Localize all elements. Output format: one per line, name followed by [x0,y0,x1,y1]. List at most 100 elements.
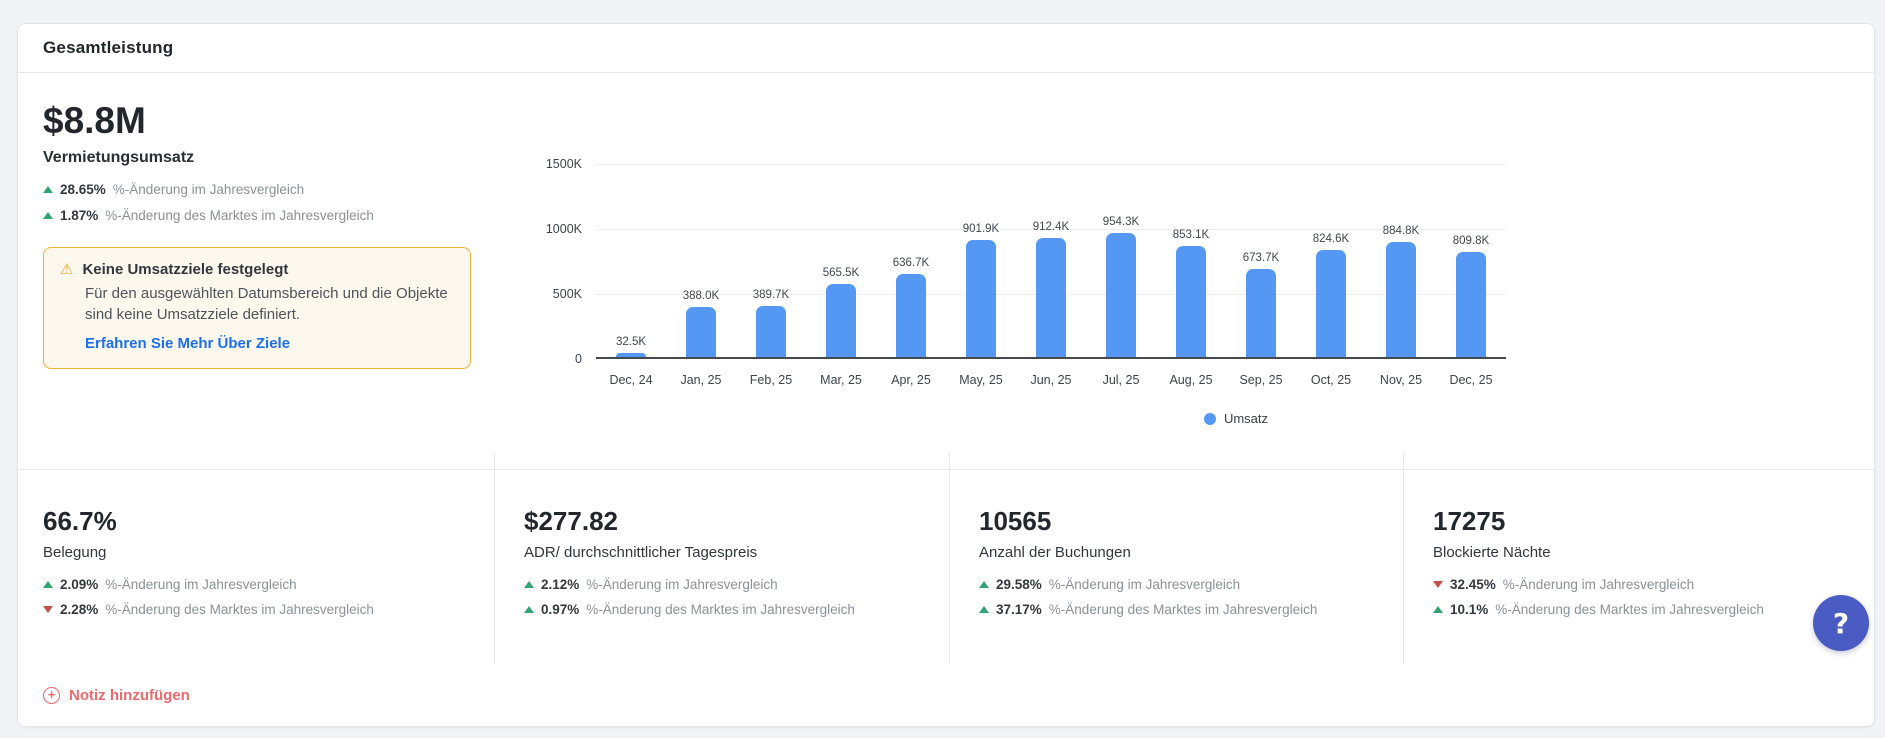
change-row: 10.1% %-Änderung des Marktes im Jahresver… [1433,602,1864,617]
change-row: 29.58% %-Änderung im Jahresvergleich [979,577,1393,592]
card-footer: + Notiz hinzufügen [18,670,1874,704]
bar-value-label: 824.6K [1312,232,1350,245]
change-value: 0.97% [541,602,580,617]
bar-group: 824.6K [1296,233,1366,357]
chart-legend: Umsatz [781,411,1691,426]
kpi-card: $277.82 ADR/ durchschnittlicher Tagesprei… [494,452,949,670]
bar-value-label: 853.1K [1172,229,1210,242]
bar-group: 884.8K [1366,225,1436,357]
question-mark-icon: ? [1832,606,1850,640]
add-plus-icon: + [43,686,60,704]
change-row: 2.09% %-Änderung im Jahresvergleich [43,577,484,592]
gridline [596,164,1506,165]
kpi-value: $277.82 [524,506,618,536]
bar-group: 389.7K [736,289,806,357]
y-axis-tick-label: 500K [552,287,582,301]
bar-value-label: 901.9K [962,222,1000,235]
kpi-changes: 32.45% %-Änderung im Jahresvergleich 10.1%… [1433,577,1864,617]
performance-card: Gesamtleistung $8.8M Vermietungsumsatz 2… [17,23,1875,727]
chart-bar [1176,246,1206,357]
change-label: %-Änderung des Marktes im Jahresvergleic… [586,602,855,617]
kpi-label: Belegung [43,544,107,561]
y-axis-tick-label: 1000K [545,222,582,236]
change-row: 32.45% %-Änderung im Jahresvergleich [1433,577,1864,592]
change-row: 0.97% %-Änderung des Marktes im Jahresver… [524,602,939,617]
kpi-card: 17275 Blockierte Nächte 32.45% %-Änderung i… [1403,452,1874,670]
change-value: 1.87% [60,207,99,223]
bar-group: 388.0K [666,290,736,357]
x-axis-category-label: Sep, 25 [1239,373,1283,387]
x-axis-category-label: Jan, 25 [680,373,722,387]
chart-bar [896,274,926,357]
goal-notice-box: ⚠ Keine Umsatzziele festgelegt Für den a… [43,246,471,370]
legend-label: Umsatz [1223,411,1269,426]
kpi-changes: 2.12% %-Änderung im Jahresvergleich 0.97%%… [524,577,939,617]
goal-notice-header: ⚠ Keine Umsatzziele festgelegt [60,261,454,278]
bar-group: 912.4K [1016,221,1086,357]
change-value: 29.58% [996,577,1042,592]
change-label: %-Änderung im Jahresvergleich [112,181,305,197]
change-value: 2.09% [60,577,99,592]
x-axis-category-label: Oct, 25 [1310,373,1352,387]
bar-group: 32.5K [596,336,666,357]
trend-down-icon [1433,581,1443,588]
bar-group: 954.3K [1086,216,1156,357]
help-button[interactable]: ? [1813,595,1869,651]
kpi-changes: 29.58% %-Änderung im Jahresvergleich 37.17… [979,577,1393,617]
legend-item-umsatz[interactable]: Umsatz [1203,411,1269,426]
revenue-section: $8.8M Vermietungsumsatz 28.65% %-Änderung… [18,73,1874,470]
bar-value-label: 636.7K [892,257,930,270]
bar-group: 636.7K [876,257,946,357]
chart-bars: 32.5K 388.0K 389.7K 565.5K 636.7K 901.9K 912.4… [596,216,1506,357]
change-value: 28.65% [60,181,106,197]
y-axis-tick-label: 1500K [545,157,582,171]
change-row: 2.12% %-Änderung im Jahresvergleich [524,577,939,592]
bar-group: 565.5K [806,267,876,357]
change-value: 37.17% [996,602,1042,617]
x-axis-category-label: Aug, 25 [1169,373,1213,387]
change-row: 1.87% %-Änderung des Marktes im Jahresver… [43,208,503,223]
bar-group: 853.1K [1156,229,1226,357]
change-row: 37.17% %-Änderung des Marktes im Jahresve… [979,602,1393,617]
kpi-value: 10565 [979,506,1052,536]
chart-bar [1036,238,1066,357]
kpi-value: 66.7% [43,506,117,536]
bar-value-label: 884.8K [1382,225,1420,237]
learn-more-goals-link[interactable]: Erfahren Sie Mehr Über Ziele [85,335,290,352]
trend-up-icon [979,606,989,613]
revenue-changes: 28.65% %-Änderung im Jahresvergleich 1.87%… [43,182,503,223]
warning-icon: ⚠ [60,260,74,278]
trend-up-icon [43,185,53,193]
chart-bar [1246,269,1276,357]
page-title: Gesamtleistung [43,38,174,57]
card-header: Gesamtleistung [18,24,1874,73]
goal-notice-body: Für den ausgewählten Datumsbereich und d… [85,284,448,324]
kpi-value: 17275 [1433,506,1506,536]
chart-bar [1316,249,1346,357]
trend-up-icon [524,606,534,613]
kpi-row: 66.7% Belegung 2.09% %-Änderung im Jahresve… [18,452,1874,670]
change-label: %-Änderung im Jahresvergleich [1502,577,1695,592]
bar-value-label: 32.5K [615,335,647,348]
kpi-label: ADR/ durchschnittlicher Tagespreis [524,544,758,561]
trend-up-icon [1433,606,1443,613]
trend-down-icon [43,606,53,613]
change-value: 32.45% [1450,577,1496,592]
change-label: %-Änderung im Jahresvergleich [105,577,297,592]
bar-value-label: 954.3K [1102,215,1140,228]
x-axis-category-label: Nov, 25 [1379,373,1423,387]
change-value: 2.28% [60,602,99,617]
change-row: 28.65% %-Änderung im Jahresvergleich [43,182,503,197]
chart-bar [756,306,786,357]
x-axis-line [596,357,1506,359]
add-note-button[interactable]: + Notiz hinzufügen [43,686,190,704]
revenue-value: $8.8M [43,100,146,141]
change-label: %-Änderung des Marktes im Jahresvergleic… [105,602,374,617]
y-axis-tick-label: 0 [575,352,582,366]
kpi-label: Blockierte Nächte [1433,544,1551,561]
x-axis-category-label: Jul, 25 [1102,373,1140,387]
chart-bar [686,306,716,357]
bar-value-label: 388.0K [682,289,720,302]
change-label: %-Änderung des Marktes im Jahresvergleic… [1495,602,1764,617]
change-label: %-Änderung im Jahresvergleich [1048,577,1241,592]
